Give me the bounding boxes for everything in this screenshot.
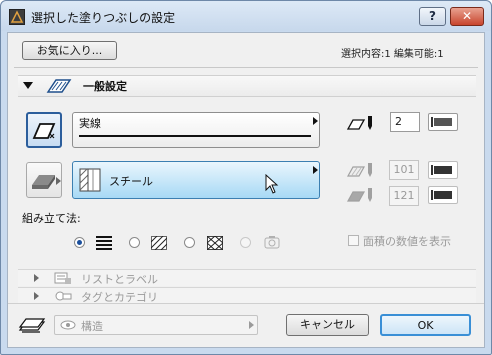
dropdown-arrow-icon: [56, 177, 61, 185]
favorites-button[interactable]: お気に入り...: [22, 41, 117, 60]
layer-icon: [18, 318, 46, 333]
swatch-tick: [431, 190, 433, 200]
solid-hatch-pattern-icon: [96, 236, 112, 250]
construction-radio-cross[interactable]: [184, 237, 195, 248]
swatch-tick: [431, 117, 433, 127]
image-fill-pattern-icon: [264, 236, 280, 249]
fill-pen-input[interactable]: 2: [390, 112, 420, 132]
construction-radio-image[interactable]: [240, 237, 251, 248]
title-bar[interactable]: 選択した塗りつぶしの設定 ? ✕: [1, 1, 491, 31]
cross-hatch-pattern-icon: [207, 236, 223, 250]
dialog-body: お気に入り... 選択内容:1 編集可能:1 一般設定 実線 スチール 2 10…: [7, 32, 485, 348]
swatch-bar: [434, 166, 452, 174]
general-settings-icon: [46, 79, 72, 93]
dropdown-arrow-icon: [313, 117, 318, 125]
fill-preview-line: [79, 135, 311, 137]
app-icon: [9, 9, 25, 25]
construction-radio-diagonal[interactable]: [129, 237, 140, 248]
show-area-label: 面積の数値を表示: [363, 235, 451, 248]
eye-icon: [60, 320, 76, 330]
close-button[interactable]: ✕: [450, 7, 484, 26]
diagonal-hatch-pattern-icon: [151, 236, 167, 250]
background-pen-swatch[interactable]: [428, 186, 458, 204]
surface-material-label: スチール: [109, 175, 153, 188]
fill-pen-swatch[interactable]: [428, 113, 458, 131]
fill-type-button[interactable]: [26, 112, 62, 148]
dropdown-arrow-icon: [313, 166, 318, 174]
dialog-window: 選択した塗りつぶしの設定 ? ✕ お気に入り... 選択内容:1 編集可能:1 …: [0, 0, 492, 355]
expand-triangle-icon[interactable]: [34, 292, 39, 300]
expand-triangle-icon[interactable]: [34, 274, 39, 282]
help-button[interactable]: ?: [419, 7, 446, 26]
swatch-tick: [431, 165, 433, 175]
fill-type-label: 実線: [79, 117, 101, 130]
general-panel-title: 一般設定: [83, 80, 127, 93]
background-pen-input[interactable]: 121: [389, 186, 419, 206]
list-label-panel-title: リストとラベル: [81, 273, 158, 286]
swatch-bar: [434, 191, 452, 199]
surface-material-button[interactable]: [26, 162, 62, 198]
swatch-bar: [434, 118, 452, 126]
fill-type-dropdown[interactable]: 実線: [72, 112, 320, 148]
solid-fill-icon: [32, 123, 56, 139]
mouse-cursor-icon: [265, 174, 279, 194]
foreground-pen-swatch[interactable]: [428, 161, 458, 179]
material-swatch-icon: [79, 168, 101, 192]
collapse-triangle-icon[interactable]: [23, 82, 33, 89]
layer-value: 構造: [81, 320, 103, 333]
selection-info: 選択内容:1 編集可能:1: [341, 49, 444, 60]
construction-radio-solid[interactable]: [74, 237, 85, 248]
layer-dropdown[interactable]: 構造: [54, 315, 258, 335]
dialog-footer: 構造 キャンセル OK: [8, 303, 484, 347]
dropdown-arrow-icon: [249, 321, 254, 329]
foreground-pen-icon: [346, 163, 372, 177]
ok-button[interactable]: OK: [380, 314, 471, 336]
window-title: 選択した塗りつぶしの設定: [31, 11, 176, 25]
construction-method-label: 組み立て法:: [22, 212, 81, 225]
fill-pen-icon: [346, 116, 372, 130]
tag-category-icon: [55, 291, 72, 301]
list-label-icon: [54, 272, 71, 284]
show-area-checkbox[interactable]: [348, 235, 359, 246]
foreground-pen-input[interactable]: 101: [389, 160, 419, 180]
surface-material-dropdown[interactable]: スチール: [72, 161, 320, 199]
background-pen-icon: [346, 188, 372, 202]
divider: [14, 67, 478, 68]
cancel-button[interactable]: キャンセル: [286, 314, 369, 336]
